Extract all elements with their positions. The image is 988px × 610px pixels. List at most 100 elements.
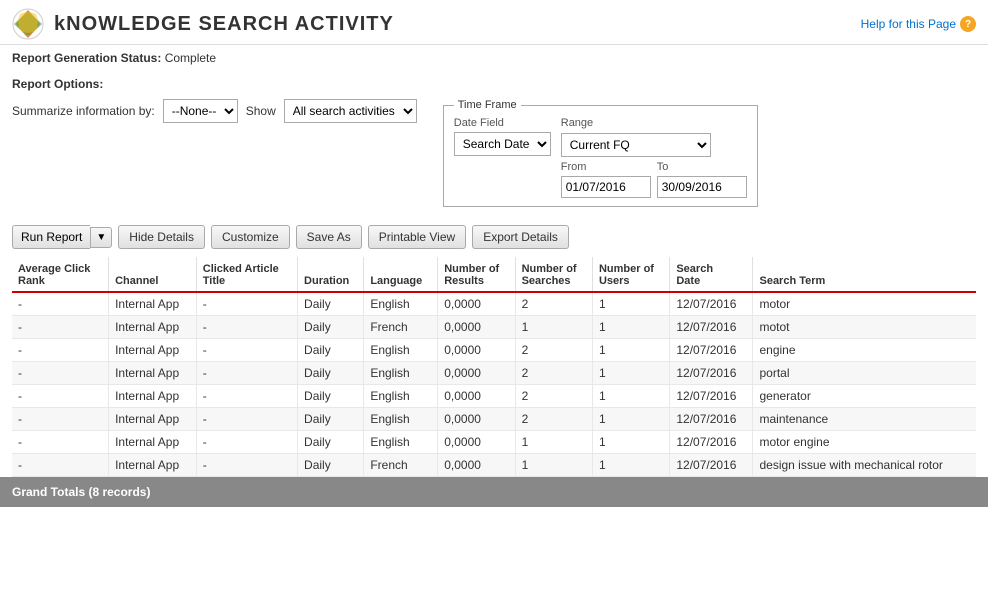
- table-cell: Daily: [298, 454, 364, 477]
- table-cell: 2: [515, 408, 592, 431]
- table-cell: generator: [753, 385, 976, 408]
- header-left: kNOWLEDGE SEARCH ACTIVITY: [12, 8, 394, 40]
- save-as-button[interactable]: Save As: [296, 225, 362, 249]
- table-cell: French: [364, 316, 438, 339]
- table-cell: English: [364, 408, 438, 431]
- hide-details-button[interactable]: Hide Details: [118, 225, 205, 249]
- table-cell: 1: [592, 385, 669, 408]
- table-cell: Internal App: [109, 385, 197, 408]
- table-row: -Internal App-DailyEnglish0,00002112/07/…: [12, 408, 976, 431]
- table-cell: 0,0000: [438, 316, 515, 339]
- table-cell: English: [364, 385, 438, 408]
- status-label: Report Generation Status:: [12, 51, 161, 65]
- table-cell: 1: [592, 431, 669, 454]
- status-value: Complete: [165, 51, 216, 65]
- to-input[interactable]: [657, 176, 747, 198]
- table-cell: Internal App: [109, 362, 197, 385]
- table-cell: 0,0000: [438, 362, 515, 385]
- col-search-term: Search Term: [753, 257, 976, 292]
- options-row: Summarize information by: --None-- Show …: [12, 99, 976, 207]
- table-cell: 2: [515, 362, 592, 385]
- table-cell: 1: [592, 292, 669, 316]
- help-link-text: Help for this Page: [861, 17, 956, 31]
- table-row: -Internal App-DailyEnglish0,00002112/07/…: [12, 339, 976, 362]
- to-label: To: [657, 161, 747, 173]
- summarize-row: Summarize information by: --None-- Show …: [12, 99, 417, 123]
- table-cell: -: [196, 292, 297, 316]
- table-cell: 1: [592, 408, 669, 431]
- run-report-dropdown-button[interactable]: ▼: [90, 227, 112, 248]
- table-row: -Internal App-DailyFrench0,00001112/07/2…: [12, 454, 976, 477]
- col-num-users: Number ofUsers: [592, 257, 669, 292]
- run-report-button[interactable]: Run Report: [12, 225, 90, 249]
- table-cell: -: [12, 408, 109, 431]
- from-to-row: From To: [561, 161, 747, 198]
- table-cell: 0,0000: [438, 339, 515, 362]
- grand-totals: Grand Totals (8 records): [0, 477, 988, 507]
- customize-button[interactable]: Customize: [211, 225, 290, 249]
- table-cell: -: [196, 431, 297, 454]
- printable-view-button[interactable]: Printable View: [368, 225, 467, 249]
- date-field-group: Date Field Search Date: [454, 117, 551, 156]
- table-cell: 12/07/2016: [670, 408, 753, 431]
- table-cell: 12/07/2016: [670, 339, 753, 362]
- table-cell: motot: [753, 316, 976, 339]
- summarize-label: Summarize information by:: [12, 104, 155, 118]
- from-label: From: [561, 161, 651, 173]
- page-title: kNOWLEDGE SEARCH ACTIVITY: [54, 13, 394, 36]
- summarize-select[interactable]: --None--: [163, 99, 238, 123]
- table-cell: -: [12, 339, 109, 362]
- table-cell: 0,0000: [438, 454, 515, 477]
- table-cell: 0,0000: [438, 385, 515, 408]
- col-duration: Duration: [298, 257, 364, 292]
- table-cell: -: [12, 454, 109, 477]
- from-input[interactable]: [561, 176, 651, 198]
- table-cell: 12/07/2016: [670, 431, 753, 454]
- range-select[interactable]: Current FQ: [561, 133, 711, 157]
- export-details-button[interactable]: Export Details: [472, 225, 569, 249]
- col-channel: Channel: [109, 257, 197, 292]
- table-row: -Internal App-DailyEnglish0,00001112/07/…: [12, 431, 976, 454]
- range-group: Range Current FQ From To: [561, 117, 747, 198]
- page-header: kNOWLEDGE SEARCH ACTIVITY Help for this …: [0, 0, 988, 45]
- report-options: Report Options: Summarize information by…: [0, 71, 988, 217]
- col-clicked-article: Clicked ArticleTitle: [196, 257, 297, 292]
- table-cell: 1: [592, 316, 669, 339]
- table-cell: Internal App: [109, 292, 197, 316]
- summarize-group: --None--: [163, 99, 238, 123]
- table-cell: Daily: [298, 408, 364, 431]
- table-cell: -: [196, 316, 297, 339]
- table-cell: 12/07/2016: [670, 454, 753, 477]
- table-cell: engine: [753, 339, 976, 362]
- table-cell: -: [196, 408, 297, 431]
- table-cell: English: [364, 292, 438, 316]
- table-cell: maintenance: [753, 408, 976, 431]
- table-cell: English: [364, 431, 438, 454]
- table-cell: portal: [753, 362, 976, 385]
- table-cell: Internal App: [109, 316, 197, 339]
- table-cell: English: [364, 339, 438, 362]
- help-link[interactable]: Help for this Page ?: [861, 16, 976, 32]
- table-cell: 12/07/2016: [670, 292, 753, 316]
- date-field-select[interactable]: Search Date: [454, 132, 551, 156]
- table-cell: 2: [515, 292, 592, 316]
- table-cell: Daily: [298, 292, 364, 316]
- table-cell: -: [12, 362, 109, 385]
- show-select[interactable]: All search activities: [284, 99, 417, 123]
- table-cell: 0,0000: [438, 408, 515, 431]
- show-group: All search activities: [284, 99, 417, 123]
- table-cell: Daily: [298, 362, 364, 385]
- table-cell: Internal App: [109, 339, 197, 362]
- table-cell: -: [12, 316, 109, 339]
- col-num-searches: Number ofSearches: [515, 257, 592, 292]
- table-cell: 12/07/2016: [670, 385, 753, 408]
- table-row: -Internal App-DailyFrench0,00001112/07/2…: [12, 316, 976, 339]
- table-cell: motor: [753, 292, 976, 316]
- table-cell: 1: [515, 431, 592, 454]
- timeframe-inner: Date Field Search Date Range Current FQ …: [454, 117, 747, 198]
- help-icon: ?: [960, 16, 976, 32]
- table-cell: French: [364, 454, 438, 477]
- table-cell: 1: [515, 454, 592, 477]
- table-cell: English: [364, 362, 438, 385]
- table-cell: 2: [515, 385, 592, 408]
